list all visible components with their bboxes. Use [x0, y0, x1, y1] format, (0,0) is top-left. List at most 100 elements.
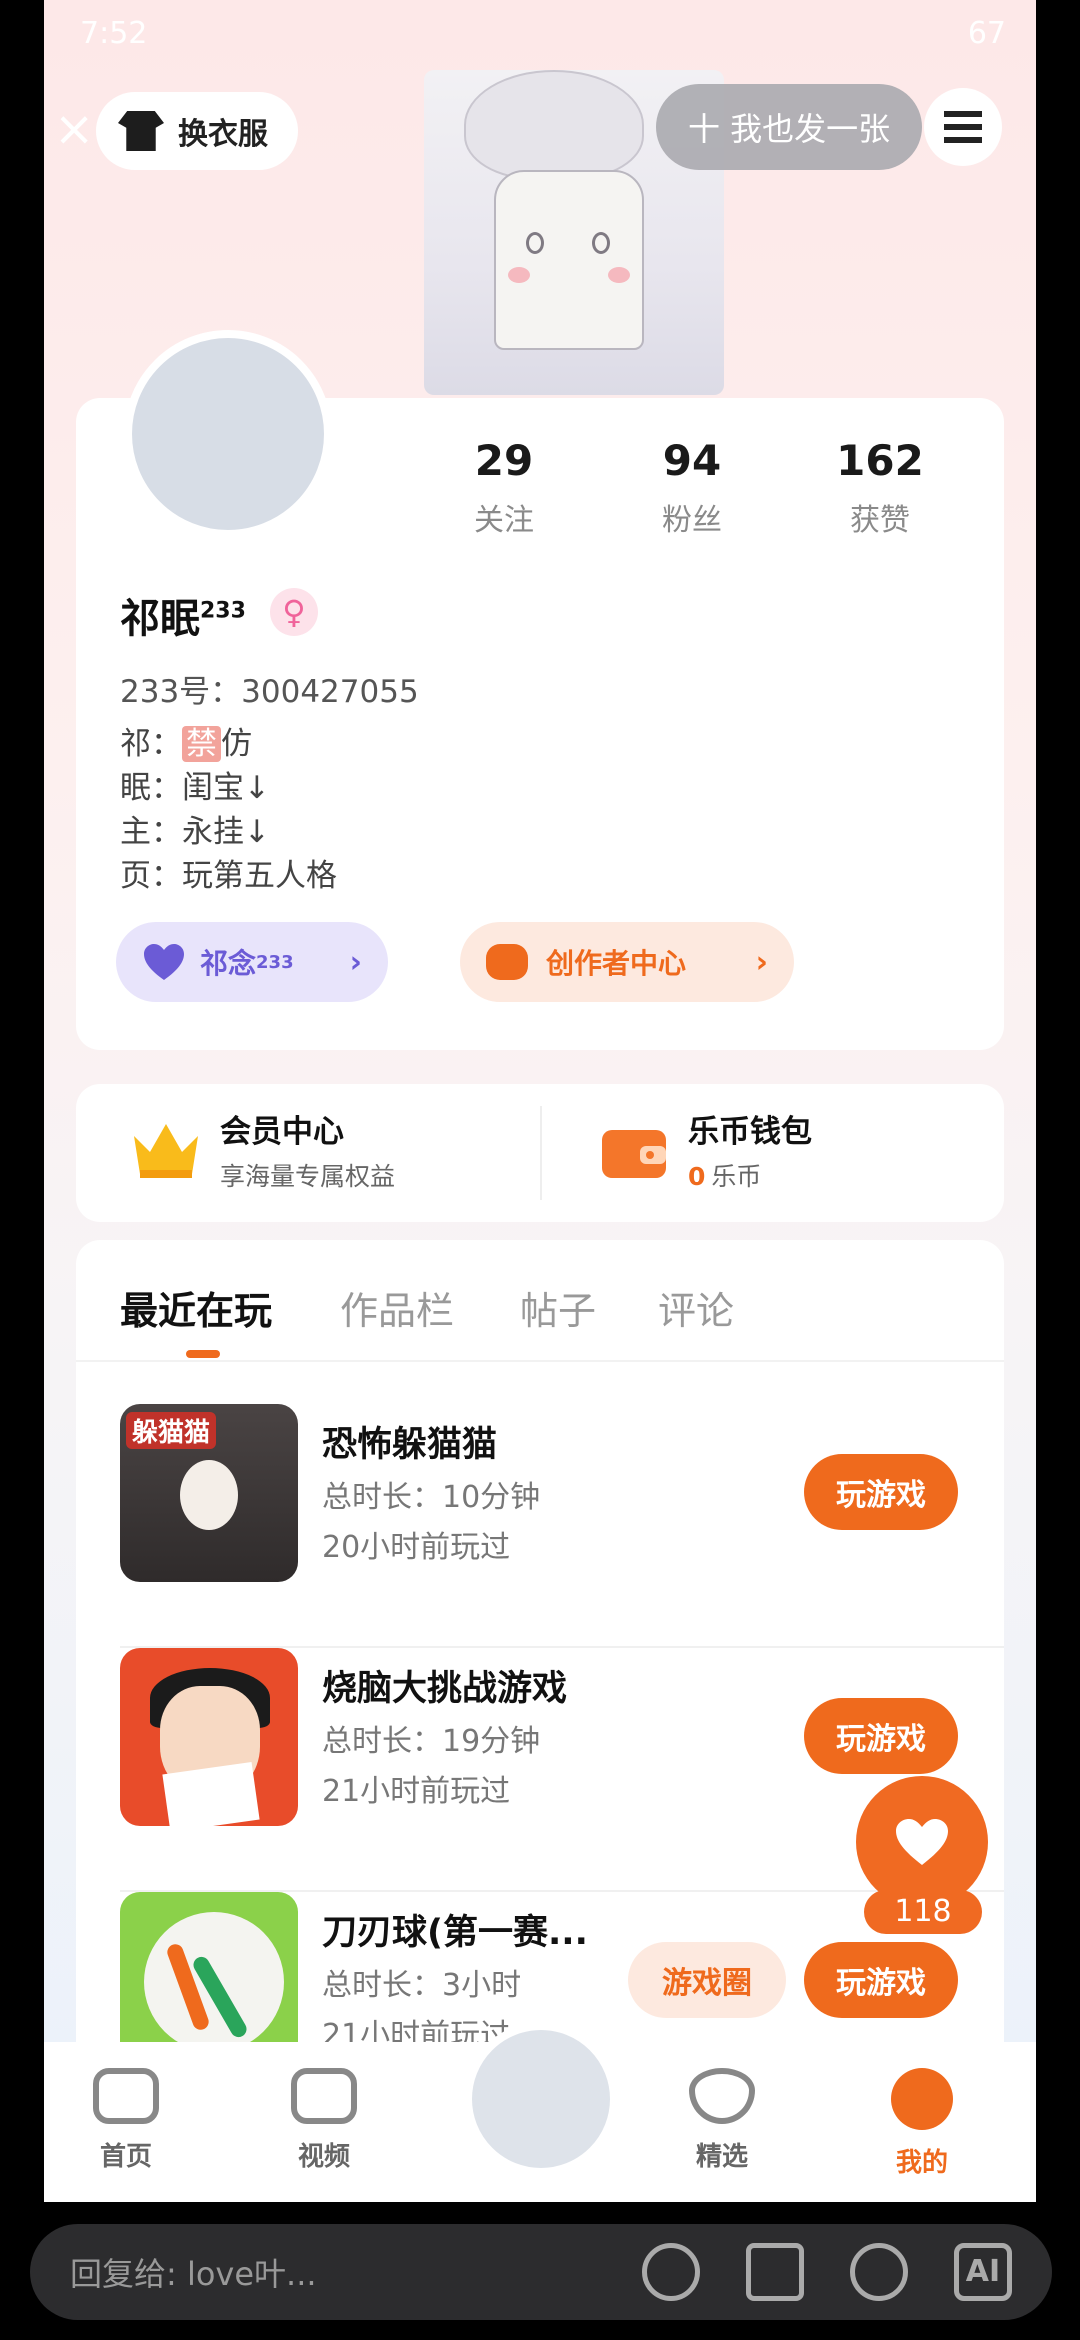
creator-center-label: 创作者中心 — [546, 947, 687, 980]
nav-center-avatar[interactable] — [464, 2022, 618, 2176]
menu-button[interactable] — [924, 88, 1002, 166]
play-game-button[interactable]: 玩游戏 — [804, 1698, 958, 1774]
username-text: 祁眠 — [120, 596, 200, 642]
bio-line: 眠：闺宝↓ — [120, 762, 270, 807]
game-circle-button[interactable]: 游戏圈 — [628, 1942, 786, 2018]
coin-wallet-entry[interactable]: 乐币钱包 0 乐币 — [596, 1106, 812, 1193]
game-title: 烧脑大挑战游戏 — [322, 1669, 568, 1709]
stat-following-label: 关注 — [474, 503, 534, 538]
game-last-played: 20小时前玩过 — [322, 1530, 511, 1565]
like-count: 118 — [864, 1890, 982, 1934]
nav-me[interactable]: 我的 — [862, 2068, 982, 2179]
username: 祁眠233 — [120, 586, 246, 644]
coin-amount: 0 — [688, 1162, 706, 1191]
like-button[interactable] — [856, 1776, 988, 1908]
tab-recently-played[interactable]: 最近在玩 — [120, 1280, 272, 1335]
me-face-icon — [891, 2068, 953, 2130]
vip-center-subtitle: 享海量专属权益 — [220, 1162, 396, 1191]
nav-me-label: 我的 — [895, 2148, 948, 2178]
nav-home[interactable]: 首页 — [66, 2068, 186, 2173]
ai-icon[interactable]: AI — [954, 2243, 1012, 2301]
nav-video[interactable]: 视频 — [264, 2068, 384, 2173]
bio-text: 闺宝↓ — [182, 770, 270, 806]
fan-group-button[interactable]: 祁念 233 › — [116, 922, 388, 1002]
bio-prefix: 主： — [120, 814, 182, 850]
nav-home-label: 首页 — [99, 2142, 152, 2172]
chevron-right-icon: › — [349, 944, 362, 980]
play-icon — [291, 2068, 357, 2124]
game-title: 恐怖躲猫猫 — [322, 1425, 498, 1465]
stat-followers[interactable]: 94 粉丝 — [612, 436, 772, 539]
stat-likes-label: 获赞 — [850, 503, 910, 538]
stat-followers-label: 粉丝 — [662, 503, 722, 538]
play-game-button[interactable]: 玩游戏 — [804, 1454, 958, 1530]
stat-following[interactable]: 29 关注 — [424, 436, 584, 539]
post-too-button[interactable]: 十 我也发一张 — [656, 84, 923, 170]
avatar[interactable] — [124, 330, 332, 538]
wardrobe-label: 换衣服 — [178, 117, 268, 152]
game-duration: 总时长：10分钟 — [322, 1480, 541, 1515]
reply-input[interactable]: 回复给: love叶... — [70, 2249, 596, 2295]
gamepad-icon — [486, 944, 528, 980]
fan-group-label: 祁念 — [200, 947, 257, 980]
hamburger-icon — [944, 111, 982, 143]
tab-posts[interactable]: 帖子 — [520, 1280, 596, 1335]
nav-video-label: 视频 — [297, 2142, 350, 2172]
user-id: 233号：300427055 — [120, 674, 419, 710]
divider — [76, 1360, 1004, 1362]
bio-line: 页：玩第五人格 — [120, 850, 337, 895]
game-last-played: 21小时前玩过 — [322, 1774, 511, 1809]
status-bar: 7:52 67 — [44, 0, 1036, 70]
bio-prefix: 祁： — [120, 726, 182, 762]
stat-following-value: 29 — [474, 436, 534, 485]
coin-wallet-title: 乐币钱包 — [688, 1114, 812, 1150]
mention-icon[interactable] — [642, 2243, 700, 2301]
app-screen: 7:52 67 × 换衣服 十 我也发一张 29 关注 94 粉丝 162 获赞… — [44, 0, 1036, 2202]
wallet-icon — [602, 1129, 666, 1178]
bio-prefix: 眠： — [120, 770, 182, 806]
female-gender-icon: ♀ — [270, 588, 318, 636]
game-duration: 总时长：3小时 — [322, 1968, 522, 2003]
bio-text: 永挂↓ — [182, 814, 270, 850]
coin-unit: 乐币 — [711, 1162, 762, 1191]
stat-followers-value: 94 — [662, 436, 722, 485]
image-icon[interactable] — [746, 2243, 804, 2301]
stat-likes[interactable]: 162 获赞 — [800, 436, 960, 539]
heart-icon — [896, 1819, 948, 1865]
gamepad-icon — [93, 2068, 159, 2124]
bio-text: 玩第五人格 — [182, 858, 337, 894]
bio-line: 祁：禁仿 — [120, 718, 252, 763]
creator-center-button[interactable]: 创作者中心 › — [460, 922, 794, 1002]
game-thumbnail — [120, 1648, 298, 1826]
tshirt-icon — [118, 111, 164, 151]
tab-works[interactable]: 作品栏 — [340, 1280, 454, 1335]
bio-prefix: 页： — [120, 858, 182, 894]
chevron-right-icon: › — [755, 944, 768, 980]
emoji-icon[interactable] — [850, 2243, 908, 2301]
fan-group-superscript: 233 — [256, 951, 294, 973]
username-superscript: 233 — [200, 598, 246, 624]
vip-center-title: 会员中心 — [220, 1114, 344, 1150]
post-too-label: 十 我也发一张 — [688, 110, 891, 148]
reply-bar[interactable]: 回复给: love叶... AI — [30, 2224, 1052, 2320]
bottom-nav: 首页 视频 精选 我的 — [44, 2022, 1036, 2202]
tab-comments[interactable]: 评论 — [658, 1280, 734, 1335]
bio-text: 仿 — [221, 726, 252, 762]
wardrobe-button[interactable]: 换衣服 — [96, 92, 298, 170]
heart-outline-icon — [689, 2068, 755, 2124]
game-row[interactable]: 躲猫猫 恐怖躲猫猫 总时长：10分钟 20小时前玩过 玩游戏 — [120, 1404, 1004, 1648]
battery-level: 67 — [967, 16, 1006, 51]
game-title: 刀刃球(第一赛... — [322, 1913, 588, 1953]
crown-icon — [134, 1123, 198, 1178]
nav-featured[interactable]: 精选 — [662, 2068, 782, 2173]
nav-featured-label: 精选 — [695, 2142, 748, 2172]
game-duration: 总时长：19分钟 — [322, 1724, 541, 1759]
game-thumbnail-tag: 躲猫猫 — [126, 1412, 217, 1449]
status-time: 7:52 — [80, 16, 148, 51]
wallet-card: 会员中心 享海量专属权益 乐币钱包 0 乐币 — [76, 1084, 1004, 1222]
heart-icon — [144, 944, 184, 980]
bio-line: 主：永挂↓ — [120, 806, 270, 851]
play-game-button[interactable]: 玩游戏 — [804, 1942, 958, 2018]
vip-center-entry[interactable]: 会员中心 享海量专属权益 — [128, 1106, 395, 1193]
tab-active-indicator — [186, 1350, 220, 1358]
